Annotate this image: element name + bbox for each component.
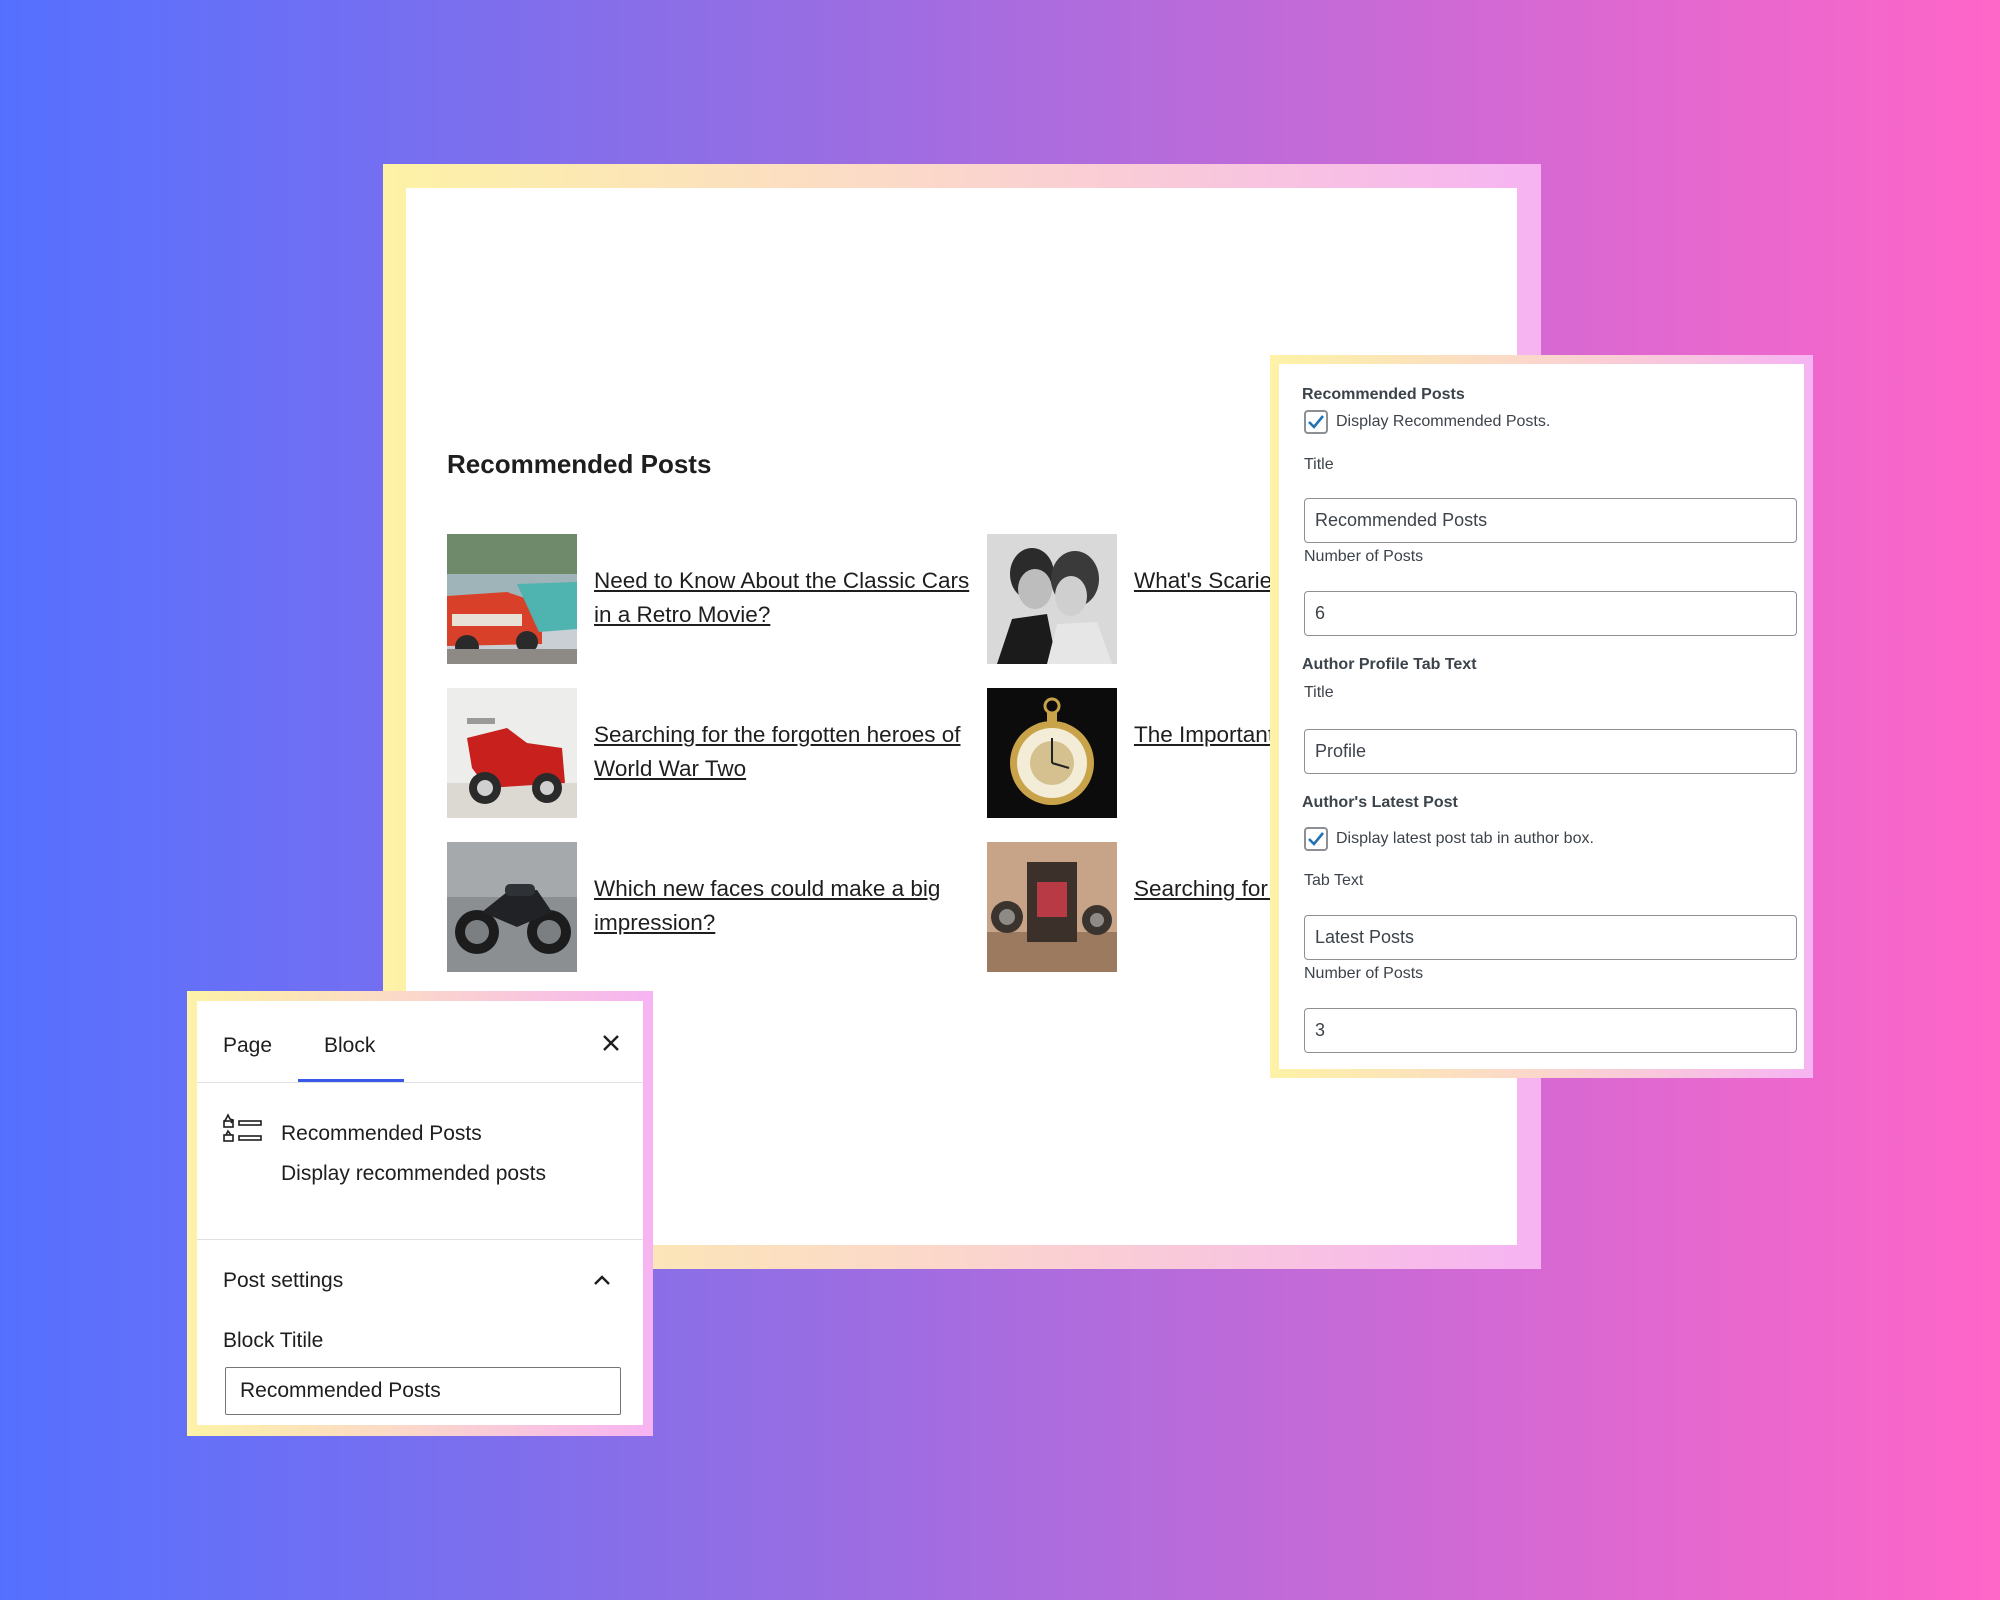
post-link[interactable]: Searching for the forgotten heroes of Wo… — [594, 718, 974, 786]
latest-number-label: Number of Posts — [1304, 965, 1424, 982]
block-title: Recommended Posts — [281, 1122, 482, 1145]
display-latest-label: Display latest post tab in author box. — [1336, 830, 1594, 847]
motorcycle-photo — [447, 842, 577, 972]
pocket-watch-photo — [987, 688, 1117, 818]
divider — [197, 1082, 643, 1083]
display-recommended-label: Display Recommended Posts. — [1336, 413, 1551, 430]
block-inspector-frame: Page Block Recommended Posts Display rec… — [187, 991, 653, 1436]
authors-latest-post-label: Author's Latest Post — [1302, 794, 1458, 811]
close-button[interactable] — [592, 1024, 630, 1062]
tab-text-label: Tab Text — [1304, 872, 1364, 889]
section-label-recommended: Recommended Posts — [1302, 386, 1465, 403]
recommended-posts-block-icon — [223, 1113, 262, 1142]
title-input[interactable]: Recommended Posts — [1304, 498, 1797, 543]
title-label: Title — [1304, 456, 1334, 473]
display-latest-checkbox[interactable] — [1304, 827, 1328, 851]
tab-page[interactable]: Page — [223, 1034, 272, 1058]
number-of-posts-label: Number of Posts — [1304, 548, 1424, 565]
author-profile-tab-label: Author Profile Tab Text — [1302, 656, 1477, 673]
number-of-posts-input[interactable]: 6 — [1304, 591, 1797, 636]
settings-panel-frame: Recommended Posts Display Recommended Po… — [1270, 355, 1813, 1078]
block-inspector: Page Block Recommended Posts Display rec… — [197, 1001, 643, 1425]
block-title-field-label: Block Titile — [223, 1329, 324, 1352]
post-item: Need to Know About the Classic Cars in a… — [447, 534, 969, 664]
author-title-input[interactable]: Profile — [1304, 729, 1797, 774]
post-item: Searching for the forgotten heroes of Wo… — [447, 688, 967, 818]
display-recommended-row: Display Recommended Posts. — [1304, 410, 1550, 434]
close-icon — [603, 1035, 619, 1051]
red-scooter-photo — [447, 688, 577, 818]
post-link[interactable]: Need to Know About the Classic Cars in a… — [594, 564, 974, 632]
author-title-label: Title — [1304, 684, 1334, 701]
block-description: Display recommended posts — [281, 1162, 546, 1185]
post-item: Which new faces could make a big impress… — [447, 842, 967, 972]
display-recommended-checkbox[interactable] — [1304, 410, 1328, 434]
post-link[interactable]: Which new faces could make a big impress… — [594, 872, 974, 940]
chevron-up-icon[interactable] — [592, 1273, 612, 1287]
tab-text-input[interactable]: Latest Posts — [1304, 915, 1797, 960]
post-settings-toggle[interactable]: Post settings — [223, 1269, 343, 1293]
block-title-input[interactable]: Recommended Posts — [225, 1367, 621, 1415]
tab-block[interactable]: Block — [324, 1034, 375, 1058]
checkmark-icon — [1308, 415, 1325, 429]
vintage-couple-photo — [987, 534, 1117, 664]
recommended-posts-heading: Recommended Posts — [447, 449, 712, 479]
settings-panel: Recommended Posts Display Recommended Po… — [1279, 364, 1804, 1069]
checkmark-icon — [1308, 832, 1325, 846]
vintage-camera-photo — [987, 842, 1117, 972]
display-latest-row: Display latest post tab in author box. — [1304, 827, 1594, 851]
divider — [197, 1239, 643, 1240]
classic-cars-photo — [447, 534, 577, 664]
latest-number-input[interactable]: 3 — [1304, 1008, 1797, 1053]
